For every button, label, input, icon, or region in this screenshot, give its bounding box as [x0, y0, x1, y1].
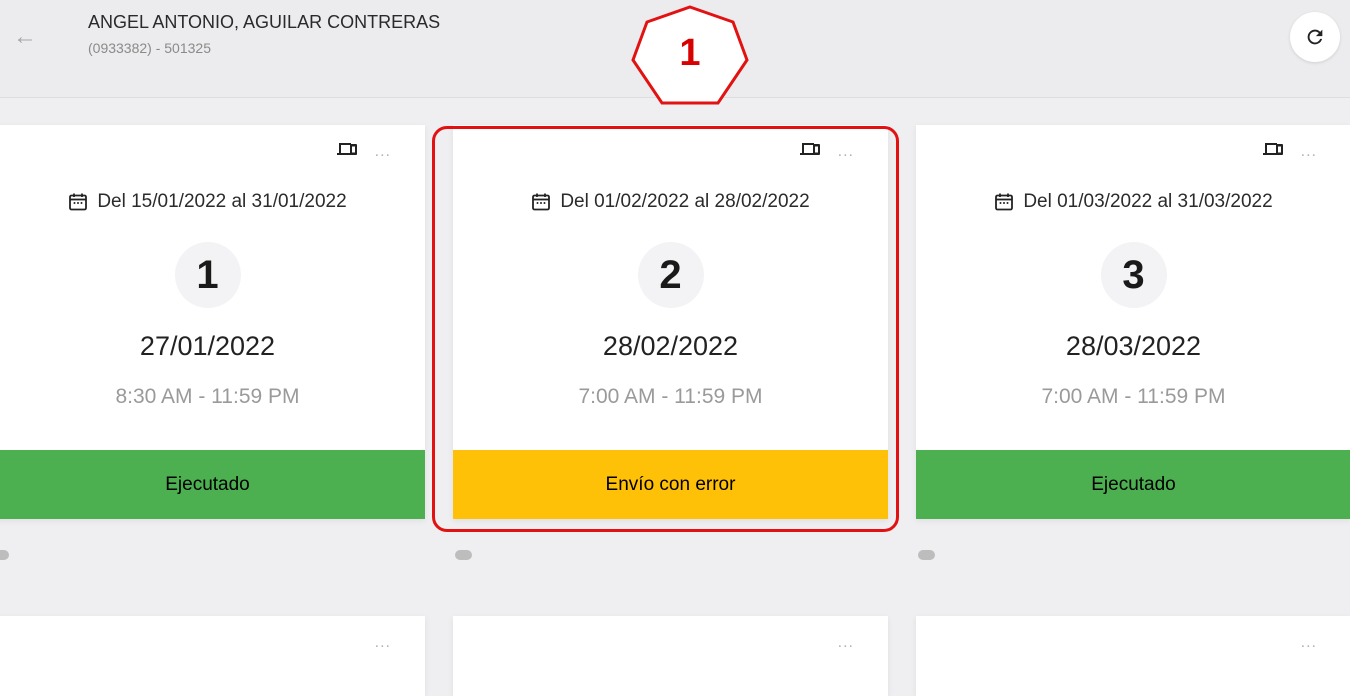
more-options-icon[interactable]: ... — [1301, 635, 1317, 651]
back-button[interactable]: ← — [10, 22, 40, 52]
period-range: Del 15/01/2022 al 31/01/2022 — [0, 191, 425, 213]
period-time: 8:30 AM - 11:59 PM — [115, 385, 300, 408]
calendar-icon — [995, 193, 1014, 211]
period-card[interactable]: ... Del 15/01/2022 al 31/01/2022 1 27/01… — [0, 125, 425, 519]
employee-code: (0933382) - 501325 — [88, 40, 211, 56]
more-options-icon[interactable]: ... — [375, 144, 391, 160]
period-card[interactable]: ... — [453, 616, 888, 696]
calendar-icon — [69, 193, 88, 211]
period-range-text: Del 15/01/2022 al 31/01/2022 — [97, 191, 347, 212]
refresh-icon — [1307, 29, 1323, 45]
period-card[interactable]: ... Del 01/03/2022 al 31/03/2022 3 28/03… — [916, 125, 1350, 519]
status-badge: Ejecutado — [0, 450, 425, 519]
status-badge: Ejecutado — [916, 450, 1350, 519]
more-options-icon[interactable]: ... — [375, 635, 391, 651]
period-number: 3 — [1100, 242, 1167, 308]
annotation-highlight — [432, 126, 899, 532]
more-options-icon[interactable]: ... — [838, 635, 854, 651]
pager-indicator[interactable] — [918, 550, 935, 560]
refresh-button[interactable] — [1290, 12, 1340, 62]
arrow-left-icon: ← — [13, 23, 37, 50]
devices-icon[interactable] — [336, 140, 358, 158]
employee-name: ANGEL ANTONIO, AGUILAR CONTRERAS — [88, 12, 441, 32]
devices-icon[interactable] — [1262, 140, 1284, 158]
period-card[interactable]: ... — [916, 616, 1350, 696]
period-time: 7:00 AM - 11:59 PM — [1041, 385, 1226, 408]
period-range-text: Del 01/03/2022 al 31/03/2022 — [1023, 191, 1273, 212]
more-options-icon[interactable]: ... — [1301, 144, 1317, 160]
period-date: 28/03/2022 — [1065, 331, 1202, 361]
period-number: 1 — [174, 242, 241, 308]
period-range: Del 01/03/2022 al 31/03/2022 — [916, 191, 1350, 213]
pager-indicator[interactable] — [455, 550, 472, 560]
pager-indicator[interactable] — [0, 550, 9, 560]
period-card[interactable]: ... — [0, 616, 425, 696]
annotation-number: 1 — [679, 32, 701, 74]
period-date: 27/01/2022 — [139, 331, 276, 361]
